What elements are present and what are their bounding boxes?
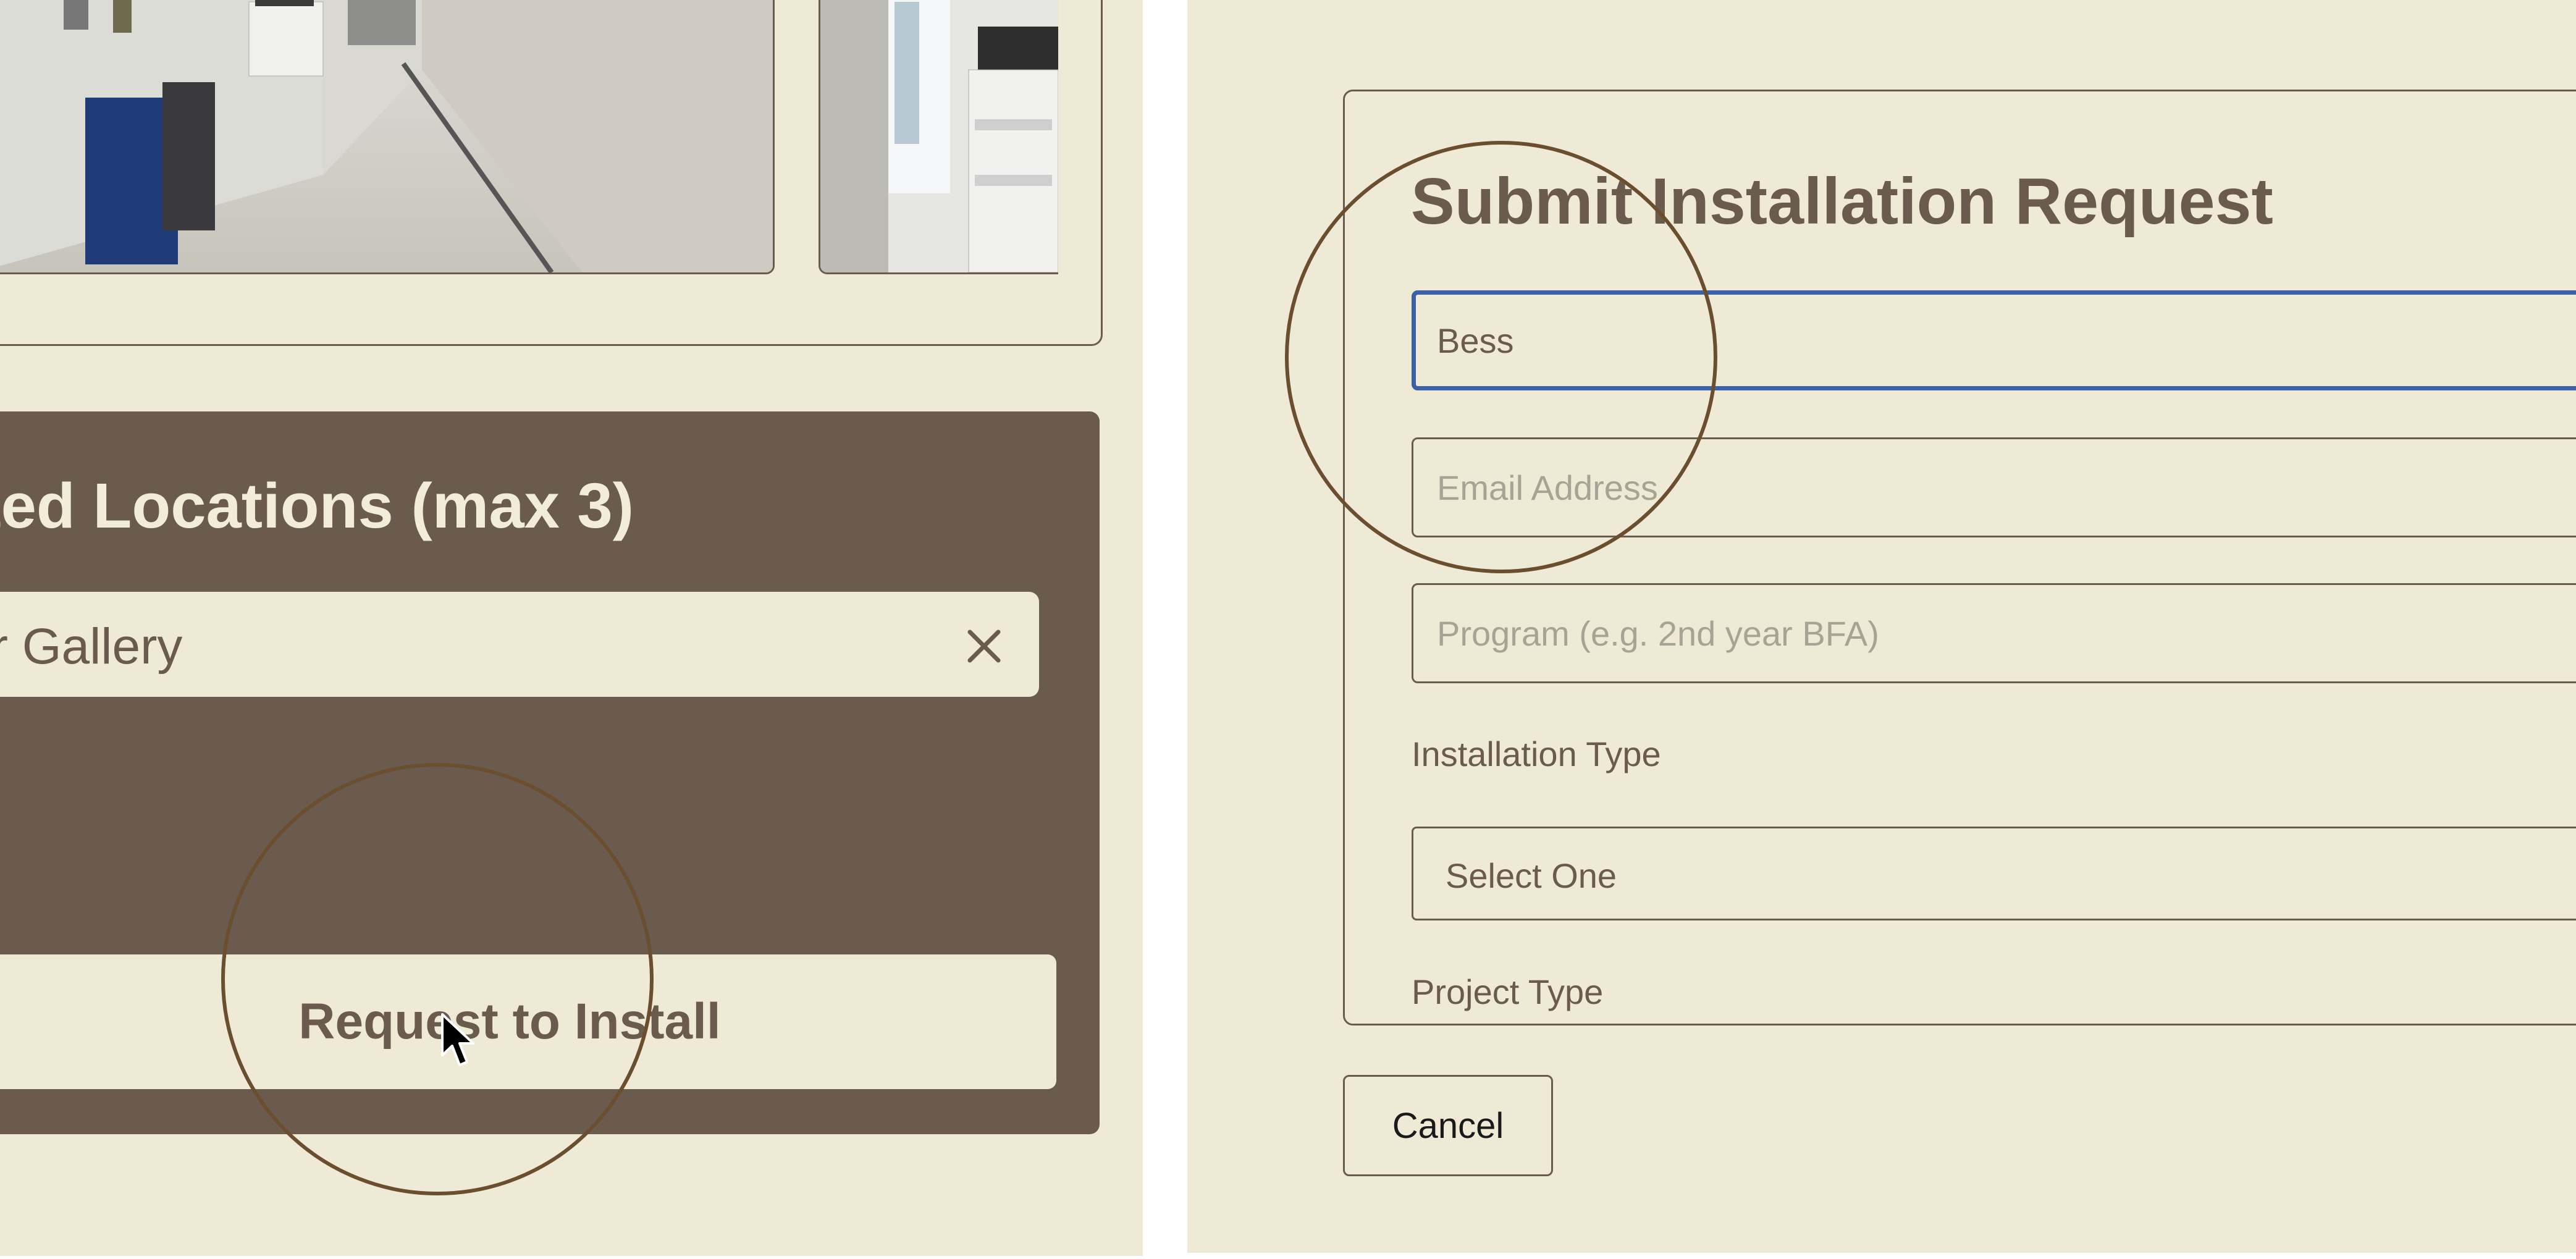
left-panel: cted Locations (max 3) er Gallery Reques… bbox=[0, 0, 1143, 1256]
program-field[interactable] bbox=[1412, 583, 2576, 683]
form-title: Submit Installation Request bbox=[1411, 165, 2273, 238]
selected-location-label: er Gallery bbox=[0, 618, 183, 675]
panel-divider bbox=[1143, 0, 1187, 1259]
installation-type-value: Select One bbox=[1446, 856, 1617, 895]
installation-type-label: Installation Type bbox=[1412, 735, 1661, 773]
printer-photo[interactable] bbox=[819, 0, 1058, 274]
hallway-photo-image bbox=[0, 0, 773, 272]
close-icon[interactable] bbox=[964, 626, 1004, 667]
selected-locations-title: cted Locations (max 3) bbox=[0, 470, 634, 541]
project-type-label: Project Type bbox=[1412, 972, 1604, 1011]
request-form: Submit Installation Request Installation… bbox=[1343, 90, 2576, 1025]
cancel-button[interactable]: Cancel bbox=[1343, 1075, 1553, 1176]
installation-request-modal: Submit Installation Request Installation… bbox=[1187, 0, 2576, 1253]
printer-photo-image bbox=[820, 0, 1058, 272]
installation-type-select[interactable]: Select One bbox=[1412, 827, 2576, 920]
request-to-install-button[interactable]: Request to Install bbox=[0, 954, 1056, 1089]
selected-location-item: er Gallery bbox=[0, 592, 1039, 697]
name-field[interactable] bbox=[1412, 290, 2576, 390]
email-field[interactable] bbox=[1412, 437, 2576, 537]
hallway-photo[interactable] bbox=[0, 0, 775, 274]
